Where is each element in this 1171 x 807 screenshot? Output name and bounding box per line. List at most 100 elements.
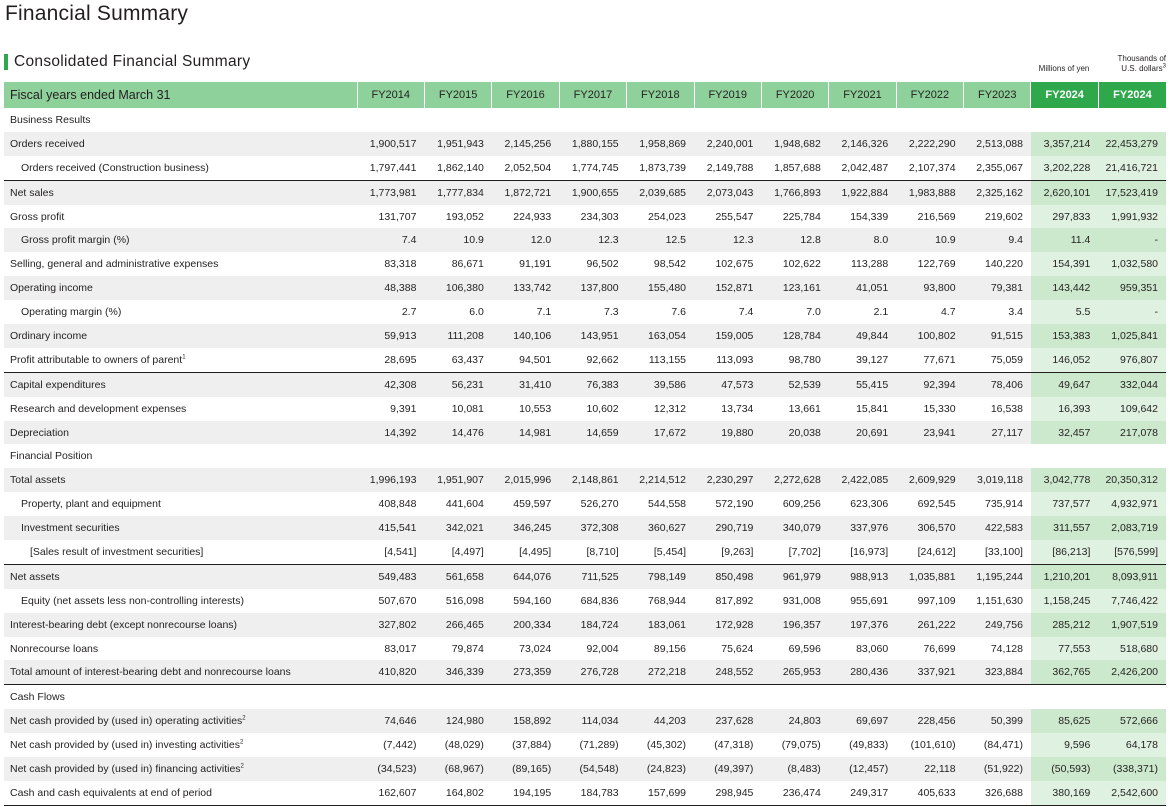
cell-value: 154,391 bbox=[1030, 252, 1099, 277]
footnote-marker: 2 bbox=[242, 715, 246, 722]
cell-value: [4,541] bbox=[384, 545, 417, 558]
cell-value: 2,513,088 bbox=[963, 131, 1031, 156]
table-row: Net cash provided by (used in) operating… bbox=[4, 709, 1166, 734]
cell-value: 7.4 bbox=[738, 306, 754, 319]
cell-value: 94,501 bbox=[519, 353, 552, 366]
cell-value: 459,597 bbox=[513, 498, 552, 511]
row-label-text: Orders received bbox=[10, 137, 85, 150]
cell-value: 22,118 bbox=[896, 757, 964, 781]
cell-value: 11.4 bbox=[1030, 228, 1099, 253]
cell-value: 3,019,118 bbox=[963, 468, 1031, 493]
row-label: Orders received (Construction business) bbox=[4, 156, 357, 180]
cell-value: 8.0 bbox=[828, 228, 897, 253]
cell-value: 13,734 bbox=[721, 402, 754, 415]
cell-value: 163,054 bbox=[626, 324, 695, 348]
cell-value: 273,359 bbox=[491, 660, 560, 685]
cell-value: 1,035,881 bbox=[896, 563, 964, 589]
cell-value-usd: 109,642 bbox=[1098, 396, 1166, 421]
cell-value: 234,303 bbox=[580, 210, 619, 223]
row-label: Gross profit bbox=[4, 205, 357, 229]
table-row: Selling, general and administrative expe… bbox=[4, 252, 1166, 277]
cell-value: 183,061 bbox=[626, 612, 695, 637]
cell-value: 113,288 bbox=[851, 258, 889, 271]
cell-value: 526,270 bbox=[580, 498, 619, 511]
table-row: Net cash provided by (used in) investing… bbox=[4, 733, 1166, 758]
cell-value: 159,005 bbox=[694, 324, 762, 348]
cell-value: 1,766,893 bbox=[761, 179, 829, 205]
cell-value: 1,862,140 bbox=[437, 161, 484, 174]
cell-value: 7.4 bbox=[357, 228, 425, 253]
section-title: Consolidated Financial Summary bbox=[4, 53, 250, 71]
cell-value: [33,100] bbox=[985, 545, 1023, 558]
cell-value: 9,596 bbox=[1030, 733, 1099, 758]
cell-value: 14,392 bbox=[357, 420, 425, 445]
cell-value: 63,437 bbox=[451, 353, 484, 366]
cell-value: 216,569 bbox=[917, 210, 956, 223]
row-label: Capital expenditures bbox=[4, 371, 358, 397]
cell-value: 266,465 bbox=[424, 612, 492, 637]
cell-value-usd: 8,093,911 bbox=[1098, 563, 1166, 589]
cell-value-usd: 22,453,279 bbox=[1098, 131, 1166, 156]
cell-value: 9.4 bbox=[963, 228, 1031, 253]
cell-value: 93,800 bbox=[896, 276, 964, 301]
cell-value: 140,106 bbox=[491, 324, 560, 348]
cell-value: 997,109 bbox=[917, 594, 956, 607]
cell-value: 298,945 bbox=[694, 780, 762, 806]
cell-value: 224,933 bbox=[513, 210, 552, 223]
page-title: Financial Summary bbox=[5, 2, 189, 25]
cell-value: 155,480 bbox=[626, 276, 695, 301]
row-label: Nonrecourse loans bbox=[4, 637, 357, 661]
row-label-text: Operating margin (%) bbox=[21, 306, 122, 319]
cell-value: 1,872,721 bbox=[491, 179, 560, 205]
cell-value-usd: 217,078 bbox=[1098, 420, 1166, 445]
cell-value: 2,107,374 bbox=[908, 161, 956, 174]
cell-value: (51,922) bbox=[963, 757, 1031, 781]
cell-value: [7,702] bbox=[788, 545, 821, 558]
cell-value: 768,944 bbox=[648, 594, 687, 607]
cell-value: (101,610) bbox=[910, 739, 956, 752]
section-header-label: Cash Flows bbox=[4, 684, 1166, 710]
cell-value: 12.0 bbox=[491, 228, 560, 253]
cell-value-usd: 332,044 bbox=[1098, 371, 1166, 397]
row-label-text: Research and development expenses bbox=[10, 402, 187, 415]
cell-value: [16,973] bbox=[850, 545, 889, 558]
cell-value: 326,688 bbox=[963, 780, 1031, 806]
header-year: FY2021 bbox=[828, 82, 897, 108]
unit-label-thousands-line1: Thousands of bbox=[1117, 54, 1166, 63]
cell-value: 184,724 bbox=[559, 612, 627, 637]
cell-value: 337,976 bbox=[828, 516, 897, 541]
cell-value: 2,149,788 bbox=[706, 161, 754, 174]
cell-value: 255,547 bbox=[715, 210, 754, 223]
cell-value: 86,671 bbox=[451, 258, 484, 271]
unit-label-thousands-line2: U.S. dollars3 bbox=[1098, 63, 1166, 74]
cell-value: 561,658 bbox=[424, 563, 492, 589]
row-label-text: Nonrecourse loans bbox=[10, 642, 99, 655]
cell-value: (49,833) bbox=[849, 739, 889, 752]
row-label: [Sales result of investment securities] bbox=[4, 540, 357, 564]
cell-value: 98,780 bbox=[788, 353, 821, 366]
row-label: Depreciation bbox=[4, 420, 358, 445]
cell-value: 74,128 bbox=[990, 642, 1023, 655]
cell-value-usd: 2,083,719 bbox=[1098, 516, 1166, 541]
cell-value: 7.0 bbox=[806, 306, 821, 319]
cell-value: 225,784 bbox=[782, 210, 821, 223]
header-year: FY2017 bbox=[558, 82, 627, 108]
table-row: Research and development expenses 9,391 10… bbox=[4, 396, 1166, 421]
row-label-text: Total amount of interest-bearing debt an… bbox=[10, 666, 291, 679]
cell-value: 544,558 bbox=[648, 498, 687, 511]
row-label-text: Net cash provided by (used in) financing… bbox=[10, 762, 241, 775]
cell-value: [24,612] bbox=[917, 545, 956, 558]
row-label: Net cash provided by (used in) financing… bbox=[4, 757, 358, 781]
cell-value: 422,583 bbox=[963, 516, 1031, 541]
cell-value: 184,783 bbox=[559, 780, 627, 806]
cell-value: 323,884 bbox=[963, 660, 1031, 685]
cell-value: 23,941 bbox=[896, 420, 964, 445]
cell-value: 850,498 bbox=[694, 563, 762, 589]
cell-value: 113,155 bbox=[648, 353, 687, 366]
cell-value: 83,318 bbox=[384, 258, 417, 271]
cell-value: 143,442 bbox=[1030, 276, 1099, 301]
table-row: Cash and cash equivalents at end of peri… bbox=[4, 780, 1166, 806]
cell-value: 89,156 bbox=[653, 642, 687, 655]
cell-value: 39,586 bbox=[626, 371, 695, 397]
cell-value: 408,848 bbox=[378, 498, 417, 511]
